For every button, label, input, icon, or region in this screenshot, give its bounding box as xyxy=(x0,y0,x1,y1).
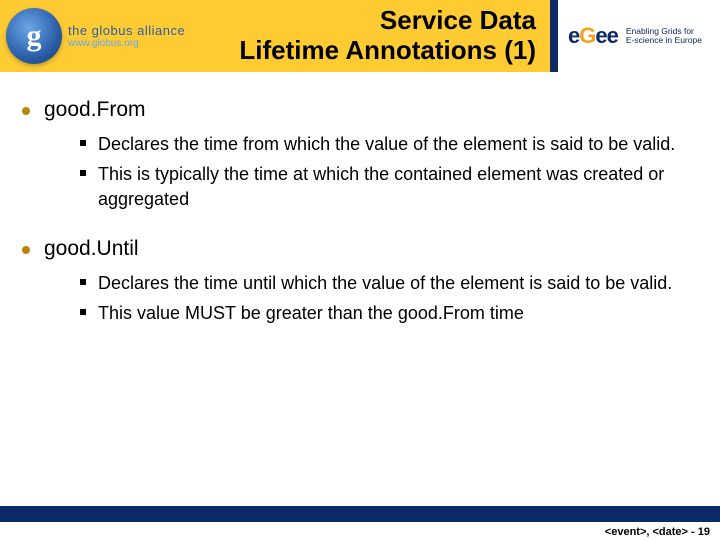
globus-text: the globus alliance www.globus.org xyxy=(68,24,185,49)
bullet-dot-icon xyxy=(22,246,30,254)
bullet-square-icon xyxy=(80,170,86,176)
globus-letter: g xyxy=(27,19,42,53)
slide: g the globus alliance www.globus.org Ser… xyxy=(0,0,720,540)
title-line2: Lifetime Annotations (1) xyxy=(239,35,536,65)
bullet-level2: This is typically the time at which the … xyxy=(80,162,692,211)
slide-title: Service Data Lifetime Annotations (1) xyxy=(239,6,536,66)
bullet-level2: Declares the time until which the value … xyxy=(80,271,692,295)
sub-list: Declares the time from which the value o… xyxy=(80,132,692,211)
bullet-label: good.From xyxy=(44,98,146,122)
bullet-text: This is typically the time at which the … xyxy=(98,162,692,211)
sub-list: Declares the time until which the value … xyxy=(80,271,692,326)
footer-text: <event>, <date> - 19 xyxy=(605,526,710,538)
bullet-square-icon xyxy=(80,279,86,285)
bullet-square-icon xyxy=(80,140,86,146)
globus-icon: g xyxy=(6,8,62,64)
bullet-dot-icon xyxy=(22,107,30,115)
bullet-level1: good.Until xyxy=(22,237,692,261)
globus-logo: g the globus alliance www.globus.org xyxy=(0,0,190,72)
footer-bar xyxy=(0,506,720,522)
bullet-label: good.Until xyxy=(44,237,139,261)
bullet-square-icon xyxy=(80,309,86,315)
bullet-text: Declares the time until which the value … xyxy=(98,271,672,295)
bullet-text: Declares the time from which the value o… xyxy=(98,132,675,156)
title-block: Service Data Lifetime Annotations (1) xyxy=(190,0,550,72)
header-separator xyxy=(550,0,558,72)
header-band: g the globus alliance www.globus.org Ser… xyxy=(0,0,720,72)
bullet-level2: This value MUST be greater than the good… xyxy=(80,301,692,325)
title-line1: Service Data xyxy=(380,5,536,35)
egee-mark: eGee xyxy=(568,23,618,49)
bullet-text: This value MUST be greater than the good… xyxy=(98,301,524,325)
bullet-level2: Declares the time from which the value o… xyxy=(80,132,692,156)
egee-tagline: Enabling Grids for E-science in Europe xyxy=(626,27,702,46)
globus-line2: www.globus.org xyxy=(68,39,185,49)
footer-meta: <event>, <date> xyxy=(605,526,688,538)
page-number: 19 xyxy=(698,526,710,538)
slide-body: good.From Declares the time from which t… xyxy=(0,72,720,506)
egee-logo: eGee Enabling Grids for E-science in Eur… xyxy=(558,0,720,72)
globus-line1: the globus alliance xyxy=(68,24,185,37)
bullet-level1: good.From xyxy=(22,98,692,122)
